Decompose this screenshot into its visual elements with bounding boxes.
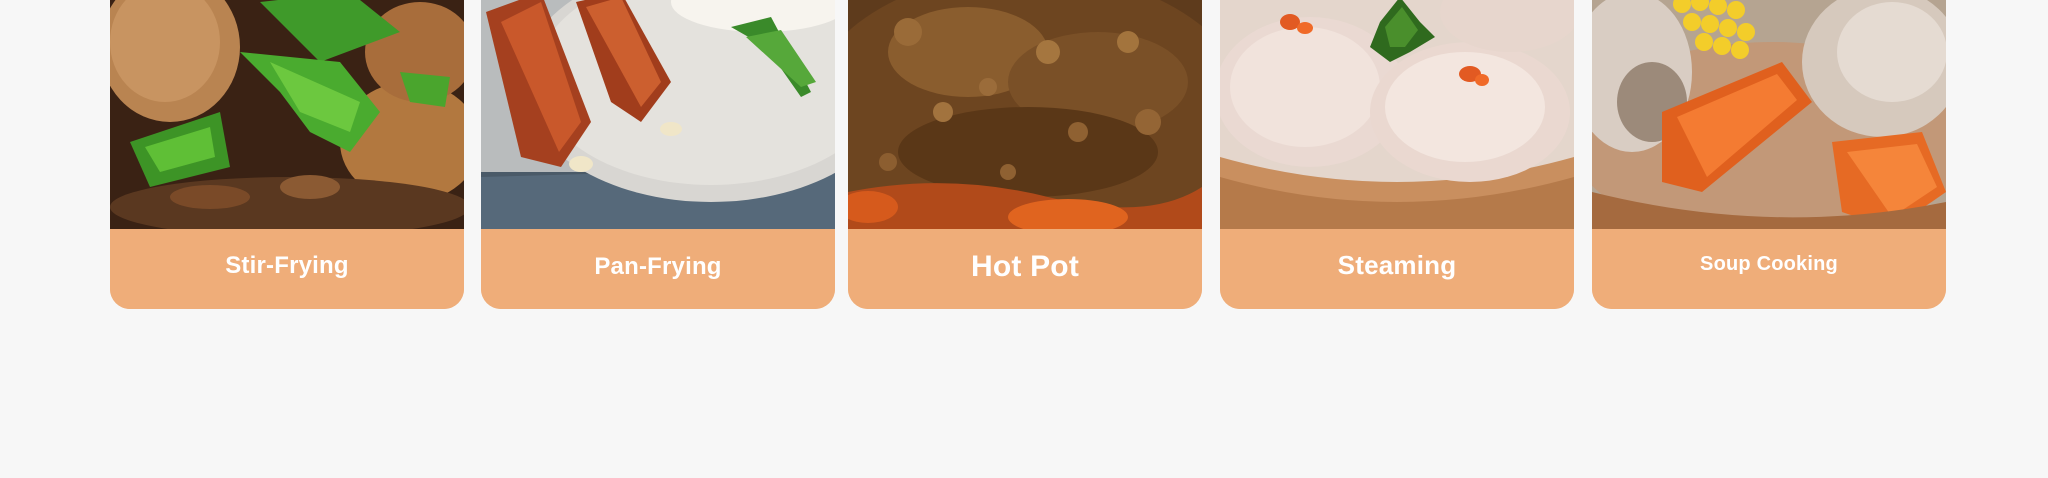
card-label-bar: Soup Cooking [1592,229,1946,309]
card-label-bar: Pan-Frying [481,229,835,309]
cooking-mode-card-steaming[interactable]: Steaming [1220,0,1574,309]
bubbling-hot-pot-image [848,0,1202,229]
cooking-mode-card-soup-cooking[interactable]: Soup Cooking [1592,0,1946,309]
card-label-bar: Hot Pot [848,229,1202,309]
pan-fried-sausages-image [481,0,835,229]
stir-fry-green-peppers-image [110,0,464,229]
cooking-mode-label: Hot Pot [970,250,1080,283]
cooking-mode-label: Stir-Frying [225,252,349,279]
cooking-mode-card-pan-frying[interactable]: Pan-Frying [481,0,835,309]
cooking-mode-label: Steaming [1337,249,1457,280]
card-label-bar: Stir-Frying [110,229,464,309]
cooking-mode-card-hot-pot[interactable]: Hot Pot [848,0,1202,309]
cooking-mode-card-stir-frying[interactable]: Stir-Frying [110,0,464,309]
cooking-mode-label: Soup Cooking [1700,252,1838,275]
cooking-mode-list: Stir-Frying Pan-Frying Hot Pot Steaming … [110,0,1946,310]
card-label-bar: Steaming [1220,229,1574,309]
cooking-mode-label: Pan-Frying [594,253,722,280]
steamed-shrimp-dumplings-image [1220,0,1574,229]
corn-carrot-pork-soup-image [1592,0,1946,229]
